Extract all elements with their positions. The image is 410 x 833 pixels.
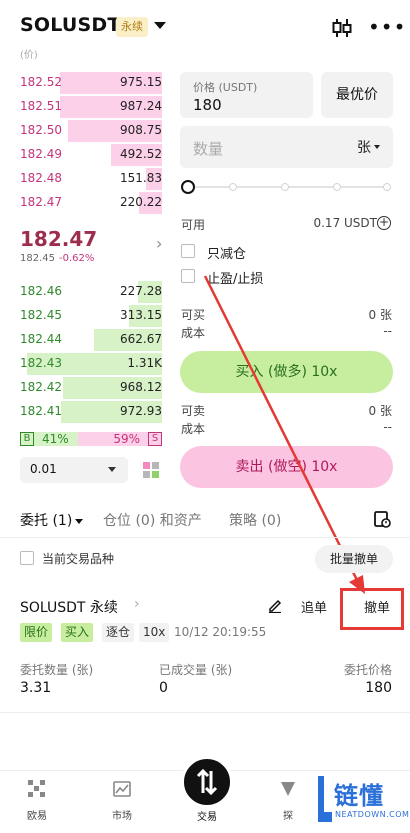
- current-symbol-label: 当前交易品种: [42, 552, 115, 566]
- margin-mode-tag: 逐仓: [102, 623, 135, 642]
- okx-logo-icon: [28, 780, 45, 797]
- discover-icon: [281, 782, 295, 796]
- order-type-tag: 限价: [20, 623, 53, 642]
- current-symbol-checkbox[interactable]: [20, 551, 34, 565]
- annotation-arrow: [203, 275, 365, 594]
- watermark-url: NEATDOWN.COM: [335, 810, 410, 819]
- watermark: 链懂 NEATDOWN.COM: [312, 768, 410, 828]
- order-side-tag: 买入: [61, 623, 94, 642]
- filled-qty-label: 已成交量 (张): [159, 663, 233, 677]
- order-qty-label: 委托数量 (张): [20, 663, 94, 677]
- order-qty-value: 3.31: [20, 680, 52, 696]
- market-chart-icon: [113, 781, 131, 797]
- nav-trade-button[interactable]: [181, 756, 233, 808]
- nav-home[interactable]: 欧易: [17, 779, 57, 822]
- order-divider: [0, 712, 410, 713]
- watermark-brand: 链懂: [334, 782, 384, 810]
- tab-positions[interactable]: 仓位 (0) 和资产: [103, 510, 202, 530]
- chase-order-button[interactable]: 追单: [301, 597, 327, 616]
- chevron-down-icon: [75, 518, 84, 524]
- order-time: 10/12 20:19:55: [174, 625, 267, 639]
- nav-discover-label: 探: [283, 811, 293, 822]
- nav-trade-label: 交易: [197, 812, 217, 823]
- orders-tabs: 委托 (1) 仓位 (0) 和资产 策略 (0): [0, 505, 410, 535]
- order-symbol[interactable]: SOLUSDT 永续: [20, 597, 118, 617]
- nav-markets-label: 市场: [112, 811, 132, 822]
- tab-open-orders[interactable]: 委托 (1): [20, 510, 84, 530]
- filled-qty-value: 0: [159, 680, 168, 696]
- order-price-label: 委托价格: [343, 663, 392, 677]
- edit-icon[interactable]: [267, 597, 283, 613]
- tab-open-orders-label: 委托 (1): [20, 513, 73, 529]
- order-history-icon[interactable]: [373, 510, 391, 528]
- order-price-value: 180: [365, 680, 392, 696]
- watermark-logo-icon: [318, 776, 332, 822]
- nav-discover[interactable]: 探: [268, 779, 308, 822]
- tab-strategies[interactable]: 策略 (0): [229, 510, 281, 530]
- nav-home-label: 欧易: [27, 811, 47, 822]
- batch-cancel-button[interactable]: 批量撤单: [315, 545, 393, 573]
- cancel-highlight-box: [340, 588, 404, 630]
- tabs-divider: [0, 537, 410, 538]
- leverage-tag: 10x: [139, 623, 170, 642]
- trade-swap-icon: [196, 768, 218, 796]
- chevron-right-icon[interactable]: ›: [134, 596, 140, 612]
- nav-markets[interactable]: 市场: [102, 779, 142, 822]
